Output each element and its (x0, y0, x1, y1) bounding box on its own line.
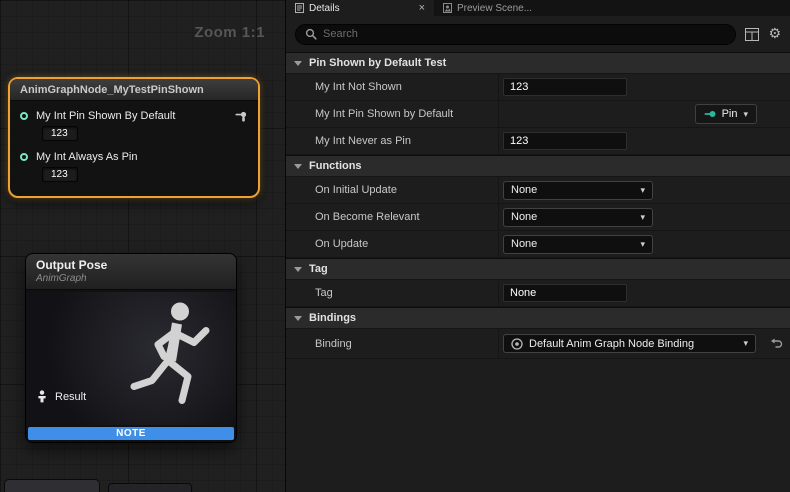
anim-graph-node-selected[interactable]: AnimGraphNode_MyTestPinShown My Int Pin … (8, 77, 260, 198)
my-int-not-shown-input[interactable] (503, 78, 627, 96)
on-update-dropdown[interactable]: None ▾ (503, 235, 653, 254)
property-label: On Update (286, 231, 498, 257)
section-header-bindings[interactable]: Bindings (286, 307, 790, 329)
details-empty-area (286, 359, 790, 492)
row-binding: Binding Default Anim Graph Node Binding … (286, 329, 790, 359)
row-on-initial-update: On Initial Update None ▾ (286, 177, 790, 204)
output-node-subtitle: AnimGraph (36, 273, 226, 284)
output-node-body: Result (26, 292, 236, 425)
settings-gear-icon[interactable]: ⚙ (768, 26, 781, 42)
int-pin-icon[interactable] (20, 153, 28, 161)
row-tag: Tag (286, 280, 790, 307)
preview-scene-tab-icon (443, 3, 452, 13)
display-filter-icon[interactable] (745, 28, 759, 41)
row-on-update: On Update None ▾ (286, 231, 790, 258)
search-icon (305, 28, 317, 40)
tab-preview-scene-label: Preview Scene... (457, 3, 532, 14)
chevron-down-icon: ▾ (640, 185, 645, 196)
chevron-down-icon: ▾ (640, 239, 645, 250)
output-pose-node[interactable]: Output Pose AnimGraph (25, 253, 237, 443)
pin-value-box[interactable]: 123 (42, 167, 78, 182)
property-label: On Initial Update (286, 177, 498, 203)
dropdown-value: None (511, 184, 537, 196)
tab-details[interactable]: Details × (286, 0, 434, 16)
result-pin-label: Result (55, 391, 86, 403)
dropdown-value: Default Anim Graph Node Binding (529, 338, 694, 350)
section-title: Bindings (309, 312, 356, 324)
result-pin[interactable]: Result (36, 390, 86, 403)
reset-to-default-icon[interactable] (770, 338, 783, 349)
pin-button-label: Pin (722, 108, 738, 120)
partial-node[interactable] (108, 483, 192, 492)
output-node-title: Output Pose (36, 258, 226, 272)
property-label: On Become Relevant (286, 204, 498, 230)
section-title: Tag (309, 263, 328, 275)
node-pin-row: My Int Always As Pin 123 (20, 151, 250, 182)
property-label: Tag (286, 280, 498, 306)
unreal-editor-window: Zoom 1:1 AnimGraphNode_MyTestPinShown My… (0, 0, 790, 492)
row-my-int-pin-shown-by-default: My Int Pin Shown by Default Pin ▾ (286, 101, 790, 128)
pin-label: My Int Pin Shown By Default (36, 110, 175, 122)
tag-input[interactable] (503, 284, 627, 302)
pin-label: My Int Always As Pin (36, 151, 137, 163)
partial-node[interactable] (4, 479, 100, 492)
tab-details-label: Details (309, 3, 340, 14)
row-my-int-never-as-pin: My Int Never as Pin (286, 128, 790, 155)
binding-dropdown[interactable]: Default Anim Graph Node Binding ▾ (503, 334, 756, 353)
my-int-never-as-pin-input[interactable] (503, 132, 627, 150)
property-label: My Int Never as Pin (286, 128, 498, 154)
chevron-down-icon (294, 267, 302, 272)
chevron-down-icon (294, 61, 302, 66)
section-title: Pin Shown by Default Test (309, 57, 446, 69)
row-on-become-relevant: On Become Relevant None ▾ (286, 204, 790, 231)
close-tab-icon[interactable]: × (419, 3, 425, 14)
node-pin-row: My Int Pin Shown By Default 123 (20, 110, 250, 141)
section-header-tag[interactable]: Tag (286, 258, 790, 280)
chevron-down-icon (294, 164, 302, 169)
row-my-int-not-shown: My Int Not Shown (286, 74, 790, 101)
tab-preview-scene[interactable]: Preview Scene... (434, 0, 541, 16)
pin-visibility-button[interactable]: Pin ▾ (695, 104, 757, 124)
panel-tab-bar: Details × Preview Scene... (286, 0, 790, 16)
details-toolbar: ⚙ (286, 16, 790, 52)
property-label: Binding (286, 329, 498, 358)
section-header-pin-test[interactable]: Pin Shown by Default Test (286, 52, 790, 74)
dropdown-value: None (511, 211, 537, 223)
int-pin-icon[interactable] (20, 112, 28, 120)
zoom-level: Zoom 1:1 (194, 24, 265, 41)
property-label: My Int Not Shown (286, 74, 498, 100)
section-header-functions[interactable]: Functions (286, 155, 790, 177)
pin-visibility-icon[interactable] (234, 110, 248, 124)
pin-value-box[interactable]: 123 (42, 126, 78, 141)
on-initial-update-dropdown[interactable]: None ▾ (503, 181, 653, 200)
pin-icon (704, 109, 716, 119)
mannequin-image (124, 294, 228, 427)
pose-pin-icon (36, 390, 48, 403)
section-title: Functions (309, 160, 362, 172)
chevron-down-icon (294, 316, 302, 321)
search-input[interactable] (323, 28, 726, 40)
chevron-down-icon: ▾ (640, 212, 645, 223)
on-become-relevant-dropdown[interactable]: None ▾ (503, 208, 653, 227)
node-title[interactable]: AnimGraphNode_MyTestPinShown (10, 79, 258, 101)
chevron-down-icon: ▾ (743, 338, 748, 349)
anim-graph-canvas[interactable]: Zoom 1:1 AnimGraphNode_MyTestPinShown My… (0, 0, 285, 492)
output-node-header[interactable]: Output Pose AnimGraph (26, 254, 236, 290)
details-tab-icon (295, 3, 304, 13)
chevron-down-icon: ▾ (743, 109, 748, 120)
property-label: My Int Pin Shown by Default (286, 101, 498, 127)
binding-icon (511, 338, 523, 350)
search-box[interactable] (295, 24, 736, 45)
details-panel: Details × Preview Scene... ⚙ (285, 0, 790, 492)
dropdown-value: None (511, 238, 537, 250)
node-note-banner[interactable]: NOTE (28, 427, 234, 440)
